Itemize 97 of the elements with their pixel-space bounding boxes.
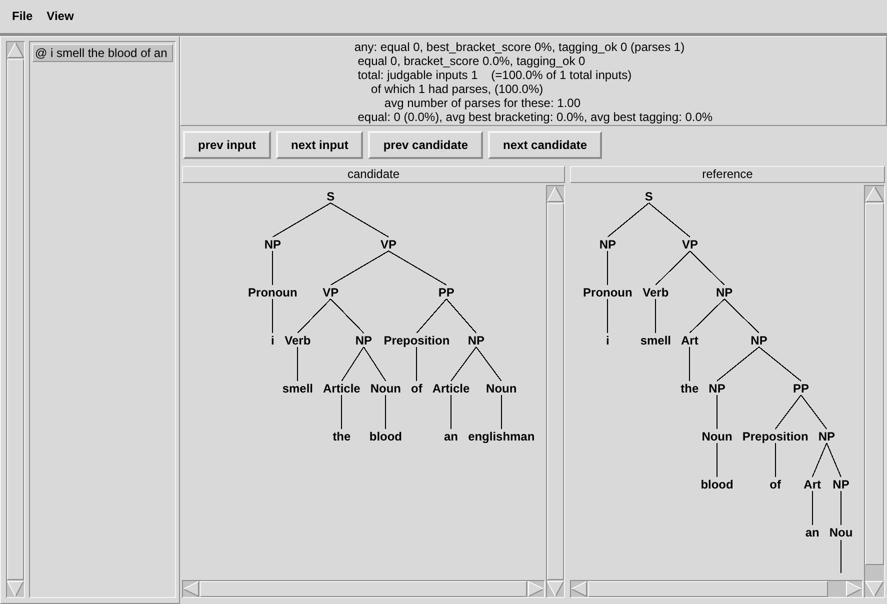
node-label: NP: [468, 334, 485, 348]
node-label: Preposition: [742, 430, 809, 444]
tree-branch: [690, 250, 726, 286]
left-arrow-icon[interactable]: [571, 581, 587, 597]
node-label: NP: [600, 238, 616, 252]
node-label: NP: [818, 430, 836, 444]
tree-branch: [450, 346, 477, 382]
tree-branch: [800, 394, 828, 430]
horizontal-scrollbar[interactable]: [182, 580, 545, 598]
navigation-button[interactable]: prev candidate: [368, 131, 484, 159]
node-label: Noun: [370, 382, 402, 396]
tree-branch: [446, 298, 477, 334]
horizontal-scrollbar[interactable]: [570, 580, 863, 598]
node-label: blood: [701, 478, 734, 492]
tree-branch: [297, 298, 332, 334]
statistics-line: equal: 0 (0.0%), avg best bracketing: 0.0%, avg best tagging: 0.0%: [358, 110, 713, 124]
statistics-line: total: judgable inputs 1 (=100.0% of 1 total inputs): [358, 68, 632, 82]
right-arrow-icon[interactable]: [846, 581, 862, 597]
tree-branch: [758, 346, 802, 382]
navigation-button[interactable]: next input: [276, 131, 364, 159]
node-label: the: [333, 430, 351, 444]
tree-branch: [608, 202, 650, 238]
node-label: Nou: [830, 526, 853, 540]
tree-branch: [388, 250, 448, 286]
node-label: VP: [380, 238, 397, 252]
node-label: englishman: [468, 430, 535, 444]
node-label: Noun: [702, 430, 733, 444]
node-label: Pronoun: [583, 286, 633, 300]
tree-branch: [416, 298, 448, 334]
node-label: Art: [681, 334, 699, 348]
node-label: Article: [432, 382, 470, 396]
tree-branch: [330, 250, 390, 286]
up-arrow-icon[interactable]: [547, 186, 564, 202]
tree-branch: [272, 202, 332, 238]
down-arrow-icon[interactable]: [547, 581, 564, 597]
node-label: S: [326, 190, 335, 204]
node-label: VP: [682, 238, 698, 252]
up-arrow-icon[interactable]: [7, 42, 24, 58]
left-arrow-icon[interactable]: [183, 581, 199, 597]
vertical-scrollbar[interactable]: [546, 185, 565, 598]
node-label: Art: [804, 478, 822, 492]
tree-branch: [648, 202, 691, 238]
statistics-line: equal 0, bracket_score 0.0%, tagging_ok 0: [358, 54, 586, 68]
tree-branch: [690, 298, 726, 334]
node-label: an: [444, 430, 458, 444]
right-arrow-icon[interactable]: [528, 581, 544, 597]
tree-branch: [330, 298, 364, 334]
node-label: of: [411, 382, 423, 396]
list-item[interactable]: @ i smell the blood of an: [32, 44, 173, 62]
node-label: NP: [751, 334, 768, 348]
node-label: NP: [264, 238, 282, 252]
navigation-button[interactable]: prev input: [183, 131, 272, 159]
statistics-line: avg number of parses for these: 1.00: [384, 96, 581, 110]
node-label: i: [606, 334, 610, 348]
node-label: Pronoun: [248, 286, 298, 300]
menu-item[interactable]: File: [5, 6, 40, 24]
node-label: S: [645, 190, 654, 204]
statistics-line: of which 1 had parses, (100.0%): [371, 82, 544, 96]
tree-branch: [716, 346, 760, 382]
vertical-scrollbar[interactable]: [6, 41, 25, 598]
node-label: i: [271, 334, 275, 348]
tree-branch: [341, 346, 364, 382]
node-label: blood: [370, 430, 402, 444]
node-label: NP: [833, 478, 850, 492]
node-label: Verb: [643, 286, 669, 300]
navigation-button[interactable]: next candidate: [488, 131, 602, 159]
vertical-scrollbar[interactable]: [864, 185, 885, 598]
down-arrow-icon[interactable]: [7, 581, 24, 597]
node-label: Verb: [284, 334, 311, 348]
node-label: an: [806, 526, 820, 540]
statistics-line: any: equal 0, best_bracket_score 0%, tagging_ok 0 (parses 1): [354, 40, 685, 54]
node-label: PP: [793, 382, 810, 396]
tree-branch: [724, 298, 760, 334]
pane-header: reference: [570, 166, 885, 183]
tree-branch: [363, 346, 386, 382]
tree-branch: [826, 442, 842, 478]
node-label: VP: [322, 286, 339, 300]
node-label: smell: [282, 382, 314, 396]
node-label: Noun: [486, 382, 517, 396]
node-label: smell: [640, 334, 672, 348]
tree-branch: [330, 202, 390, 238]
tree-branch: [476, 346, 502, 382]
node-label: Preposition: [384, 334, 450, 348]
node-label: the: [681, 382, 699, 396]
node-label: of: [770, 478, 782, 492]
node-label: NP: [356, 334, 372, 348]
up-arrow-icon[interactable]: [865, 186, 884, 202]
node-label: Article: [323, 382, 361, 396]
tree-branch: [775, 394, 802, 430]
menu-item[interactable]: View: [40, 6, 81, 24]
node-label: PP: [438, 286, 455, 300]
down-arrow-icon[interactable]: [865, 581, 884, 597]
pane-header: candidate: [182, 166, 565, 183]
node-label: NP: [709, 382, 726, 396]
tree-branch: [812, 442, 828, 478]
node-label: NP: [716, 286, 733, 300]
tree-branch: [656, 250, 691, 286]
